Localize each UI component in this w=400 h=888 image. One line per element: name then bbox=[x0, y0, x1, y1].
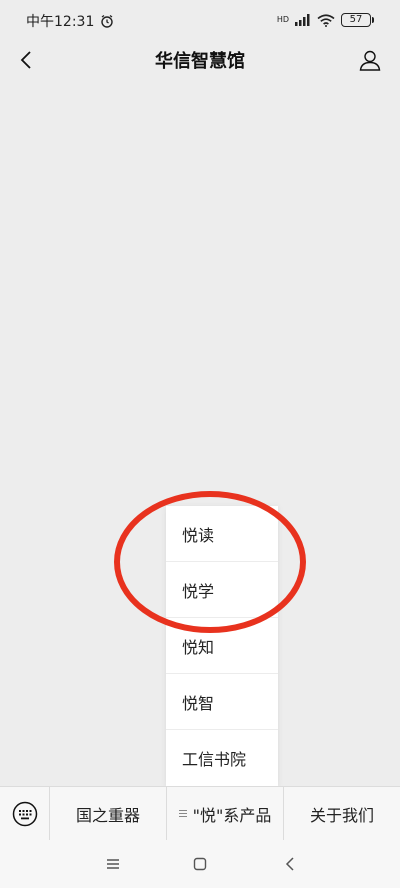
nav-back-button[interactable] bbox=[278, 852, 302, 876]
menu-tab-guozhizhongqi[interactable]: 国之重器 bbox=[50, 786, 167, 841]
menu-tab-about-us[interactable]: 关于我们 bbox=[284, 787, 400, 841]
submenu-item-yuexue[interactable]: 悦学 bbox=[166, 562, 278, 618]
page-title: 华信智慧馆 bbox=[155, 51, 245, 72]
menu-tab-label: "悦"系产品 bbox=[192, 805, 272, 825]
chevron-left-icon bbox=[285, 857, 294, 871]
status-right: HD 57 bbox=[277, 10, 374, 30]
wifi-icon bbox=[317, 13, 335, 27]
alarm-clock-icon bbox=[100, 14, 114, 28]
popup-submenu: 悦读 悦学 悦知 悦智 工信书院 bbox=[166, 506, 278, 786]
nav-menu-button[interactable] bbox=[101, 852, 125, 876]
battery-icon: 57 bbox=[341, 13, 371, 27]
menu-tab-yue-products[interactable]: "悦"系产品 bbox=[167, 786, 284, 841]
submenu-item-yuedu[interactable]: 悦读 bbox=[166, 506, 278, 562]
nav-home-button[interactable] bbox=[188, 852, 212, 876]
status-left: 中午12:31 bbox=[26, 12, 114, 30]
status-time: 中午12:31 bbox=[26, 14, 95, 30]
user-icon bbox=[359, 50, 381, 71]
square-home-icon bbox=[193, 857, 207, 871]
hd-network-label: HD bbox=[276, 15, 290, 24]
status-bar: 中午12:31 HD 57 bbox=[0, 0, 400, 40]
submenu-item-yuezhi-wisdom[interactable]: 悦智 bbox=[166, 674, 278, 730]
keyboard-toggle-button[interactable] bbox=[0, 786, 50, 841]
profile-button[interactable] bbox=[354, 44, 386, 76]
submenu-item-gongxin-academy[interactable]: 工信书院 bbox=[166, 730, 278, 786]
keyboard-icon bbox=[12, 801, 37, 826]
submenu-item-yuezhi[interactable]: 悦知 bbox=[166, 618, 278, 674]
header: 华信智慧馆 bbox=[0, 40, 400, 80]
submenu-lines-icon bbox=[178, 808, 187, 819]
menu-tab-label: 关于我们 bbox=[309, 805, 374, 825]
battery-cap bbox=[372, 17, 374, 23]
signal-icon bbox=[295, 14, 311, 26]
menu-tab-label: 国之重器 bbox=[75, 805, 140, 825]
system-nav-bar bbox=[0, 840, 400, 888]
bottom-menu-bar: 国之重器 "悦"系产品 关于我们 bbox=[0, 786, 400, 841]
hamburger-icon bbox=[107, 859, 119, 869]
